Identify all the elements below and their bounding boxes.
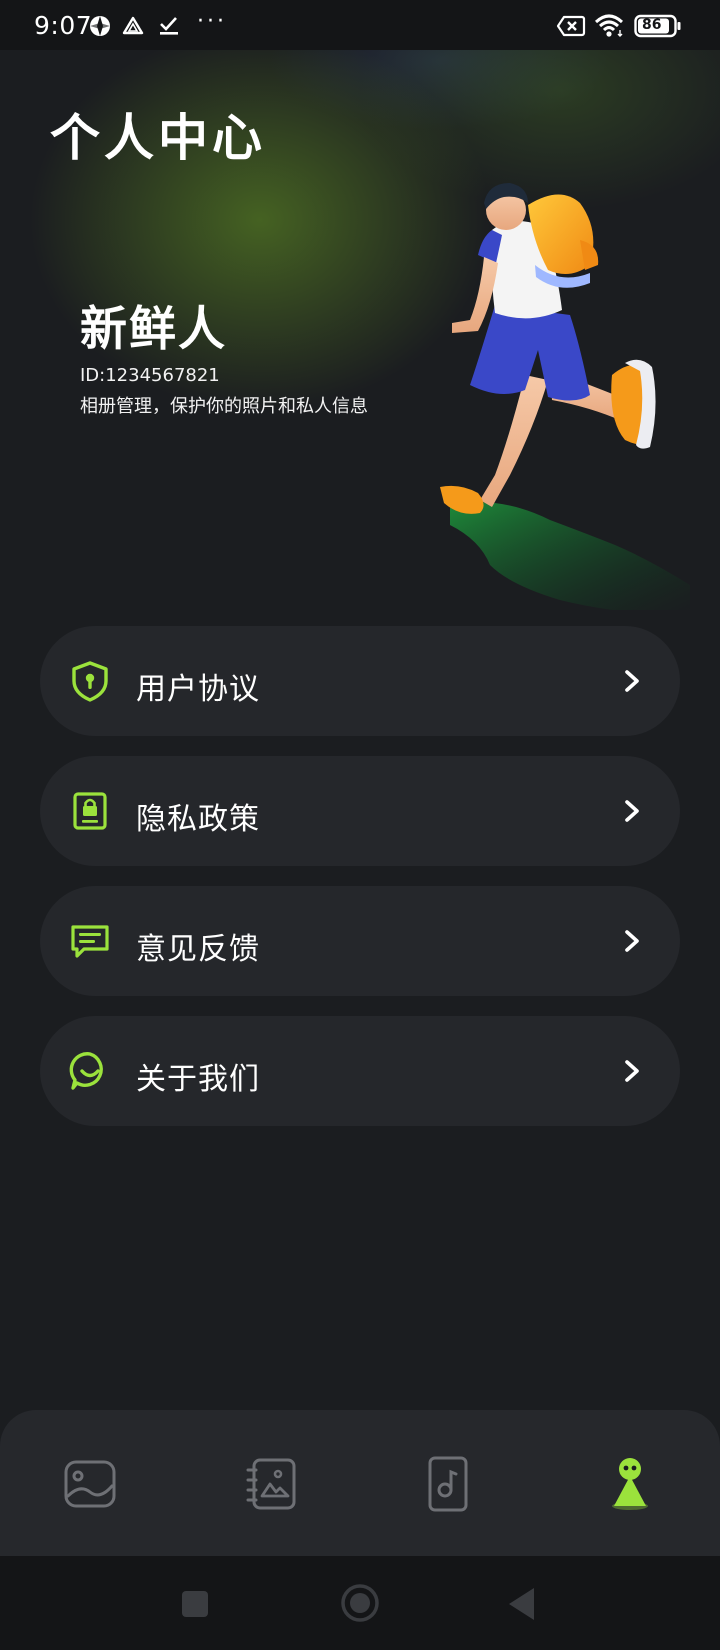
wifi-icon (594, 14, 624, 37)
back-button[interactable] (506, 1586, 540, 1622)
status-bar: 9:07 ··· 86 (0, 0, 720, 50)
nav-album[interactable] (242, 1454, 302, 1514)
menu-label: 隐私政策 (136, 802, 260, 837)
user-id: ID:1234567821 (80, 365, 220, 386)
menu-item-privacy-policy[interactable]: 隐私政策 (40, 756, 680, 866)
menu-item-feedback[interactable]: 意见反馈 (40, 886, 680, 996)
profile-header: 个人中心 新鲜人 ID:1234567821 相册管理，保护你的照片和私人信息 (0, 50, 720, 610)
nav-profile[interactable] (600, 1454, 660, 1514)
album-icon (246, 1458, 296, 1510)
gallery-icon (64, 1460, 116, 1508)
walking-person-illustration (440, 183, 690, 610)
drive-icon (122, 16, 144, 35)
menu-item-about-us[interactable]: 关于我们 (40, 1016, 680, 1126)
battery-level: 86 (642, 17, 662, 33)
sim-none-icon (556, 15, 586, 37)
menu-label: 用户协议 (136, 672, 260, 707)
bottom-navigation (0, 1410, 720, 1556)
user-description: 相册管理，保护你的照片和私人信息 (80, 396, 368, 417)
status-time: 9:07 (34, 11, 93, 40)
chevron-right-icon (625, 930, 639, 952)
settings-menu: 用户协议 隐私政策 意见反馈 关于我们 (40, 626, 680, 1146)
nav-gallery[interactable] (60, 1454, 120, 1514)
profile-icon (612, 1458, 648, 1510)
page-title: 个人中心 (50, 109, 266, 167)
shield-icon (72, 661, 108, 702)
nav-music[interactable] (418, 1454, 478, 1514)
chevron-right-icon (625, 670, 639, 692)
more-notifications-icon: ··· (197, 9, 227, 34)
vpn-icon (90, 16, 110, 36)
menu-label: 意见反馈 (136, 932, 260, 967)
system-navigation-bar (0, 1556, 720, 1650)
user-name: 新鲜人 (80, 302, 227, 357)
home-button[interactable] (340, 1583, 380, 1623)
menu-label: 关于我们 (136, 1062, 260, 1097)
message-icon (71, 925, 109, 958)
chat-smile-icon (69, 1052, 103, 1090)
menu-item-user-agreement[interactable]: 用户协议 (40, 626, 680, 736)
chevron-right-icon (625, 1060, 639, 1082)
music-icon (428, 1456, 468, 1512)
recent-apps-button[interactable] (180, 1589, 210, 1619)
download-done-icon (160, 17, 178, 35)
privacy-lock-icon (73, 792, 107, 830)
chevron-right-icon (625, 800, 639, 822)
